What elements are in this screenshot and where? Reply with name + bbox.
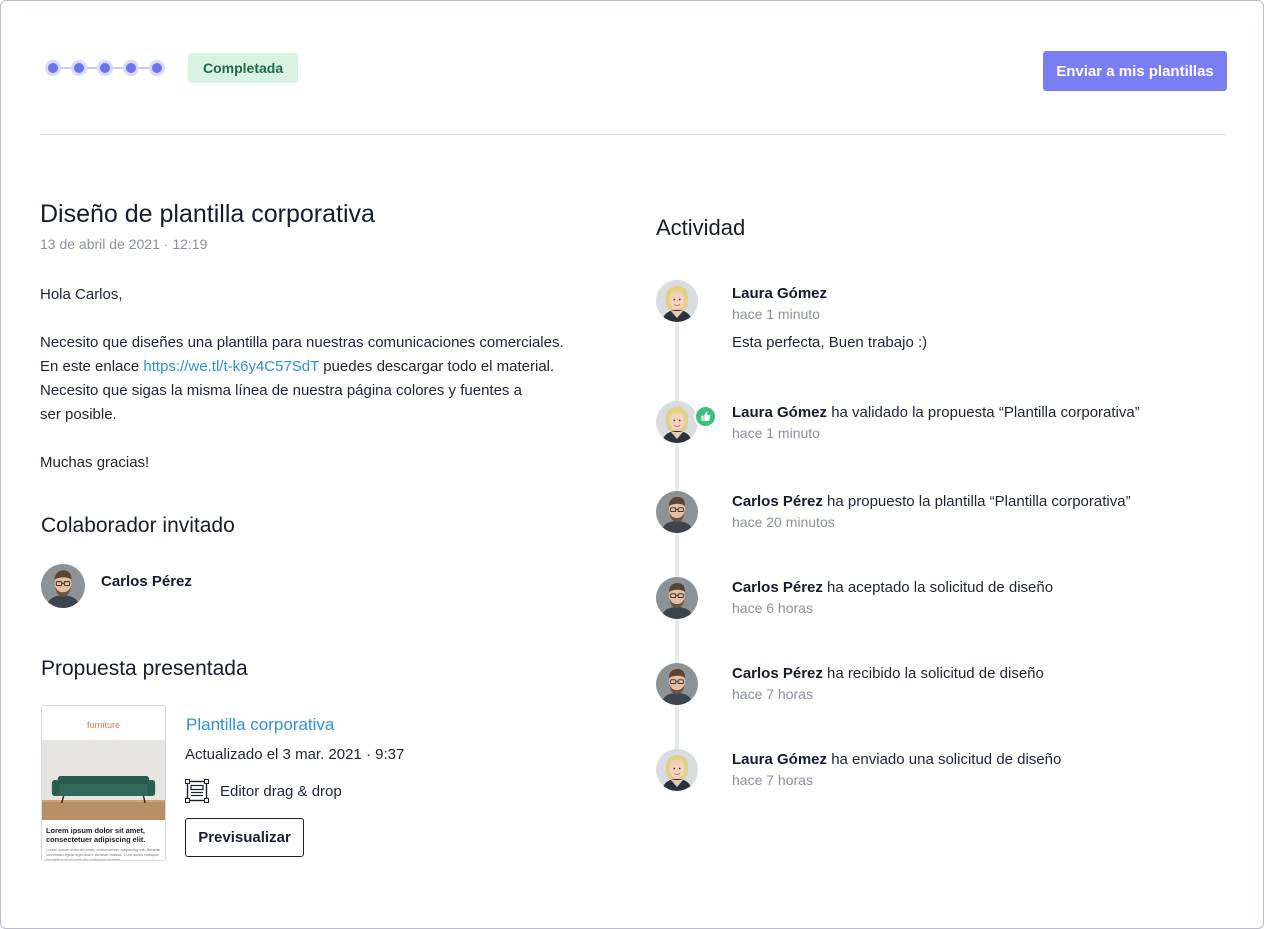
status-badge: Completada [188,53,299,83]
activity-action: ha aceptado la solicitud de diseño [822,579,1054,596]
request-message: Hola Carlos, Necesito que diseñes una pl… [40,283,580,475]
activity-avatar-5 [656,663,698,705]
activity-item-2: Laura Gómez ha validado la propuesta “Pl… [732,404,1140,421]
step-2-icon [71,60,87,76]
step-3-icon [97,60,113,76]
header-divider [40,134,1227,135]
activity-time: hace 7 horas [732,772,813,788]
activity-comment: Esta perfecta, Buen trabajo :) [732,334,928,351]
editor-type-label: Editor drag & drop [220,783,342,800]
proposal-section-title: Propuesta presentada [41,657,248,680]
step-1-icon [45,60,61,76]
message-line-3: Necesito que sigas la misma línea de nue… [40,382,522,423]
preview-button[interactable]: Previsualizar [185,818,304,857]
message-line-2-end: puedes descargar todo el material. [319,358,555,375]
activity-item-4: Carlos Pérez ha aceptado la solicitud de… [732,579,1053,596]
message-line-1: Necesito que diseñes una plantilla para … [40,334,564,351]
request-detail-panel: Completada Enviar a mis plantillas Diseñ… [0,0,1264,929]
activity-item-6: Laura Gómez ha enviado una solicitud de … [732,751,1061,768]
activity-item-3: Carlos Pérez ha propuesto la plantilla “… [732,493,1131,510]
collaborator-avatar [41,564,85,608]
message-closing: Muchas gracias! [40,454,150,471]
thumbnail-brand: furniture [86,720,121,730]
activity-avatar-6 [656,749,698,791]
drag-drop-editor-icon [185,779,209,803]
thumbnail-body: Lorem ipsum dolor sit amet, consectetuer… [46,847,161,861]
activity-action: ha propuesto la plantilla “Plantilla cor… [822,493,1131,510]
activity-avatar-1 [656,280,698,322]
step-4-icon [123,60,139,76]
message-line-2-start: En este enlace [40,358,144,375]
proposal-name-link[interactable]: Plantilla corporativa [186,715,334,735]
step-5-icon [149,60,165,76]
activity-avatar-4 [656,577,698,619]
activity-author: Laura Gómez [732,285,828,302]
proposal-thumbnail[interactable]: furniture Lorem ipsum dolor sit amet, co… [41,705,166,861]
message-greeting: Hola Carlos, [40,286,123,303]
collaborator-name: Carlos Pérez [101,573,192,590]
activity-author: Carlos Pérez [732,493,823,510]
send-to-templates-button[interactable]: Enviar a mis plantillas [1043,51,1227,91]
activity-time: hace 1 minuto [732,306,820,322]
proposal-updated: Actualizado el 3 mar. 2021 · 9:37 [185,746,405,763]
thumbs-up-icon [694,405,717,428]
request-date: 13 de abril de 2021 · 12:19 [40,236,208,252]
activity-time: hace 7 horas [732,686,813,702]
message-line-2: En este enlace https://we.tl/t-k6y4C57Sd… [40,355,580,379]
activity-author: Laura Gómez [732,404,828,421]
activity-author: Carlos Pérez [732,579,823,596]
activity-time: hace 20 minutos [732,514,835,530]
activity-item-5: Carlos Pérez ha recibido la solicitud de… [732,665,1044,682]
material-link[interactable]: https://we.tl/t-k6y4C57SdT [143,358,319,375]
activity-avatar-2 [656,401,698,443]
activity-action: ha validado la propuesta “Plantilla corp… [827,404,1140,421]
activity-title: Actividad [656,215,746,240]
progress-stepper [45,60,169,76]
thumbnail-heading: Lorem ipsum dolor sit amet, consectetuer… [46,826,146,844]
activity-action: ha enviado una solicitud de diseño [827,751,1062,768]
activity-action: ha recibido la solicitud de diseño [822,665,1044,682]
activity-avatar-3 [656,491,698,533]
request-title: Diseño de plantilla corporativa [40,200,375,228]
activity-time: hace 6 horas [732,600,813,616]
collaborator-section-title: Colaborador invitado [41,514,235,537]
activity-author: Laura Gómez [732,751,828,768]
sofa-image [42,740,165,820]
activity-item-1: Laura Gómez [732,285,827,302]
activity-author: Carlos Pérez [732,665,823,682]
activity-time: hace 1 minuto [732,425,820,441]
